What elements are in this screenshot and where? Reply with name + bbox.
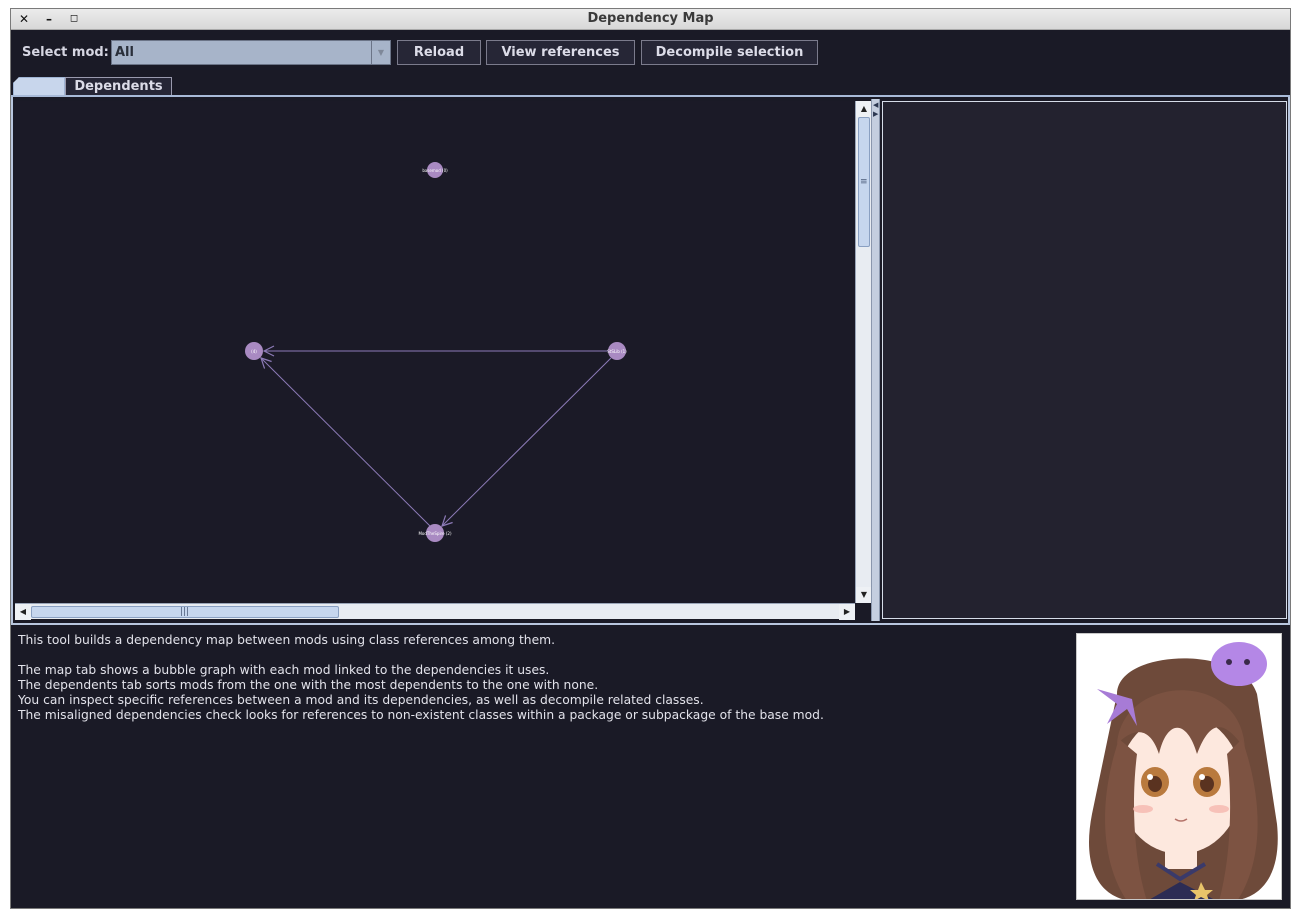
mod-select-combo[interactable]: All ▼	[111, 40, 391, 65]
info-line: The map tab shows a bubble graph with ea…	[18, 663, 550, 677]
scroll-left-icon[interactable]: ◀	[15, 604, 31, 620]
mascot-illustration	[1089, 642, 1278, 899]
horizontal-scroll-thumb[interactable]: |||	[31, 606, 339, 618]
scroll-up-icon[interactable]: ▲	[856, 101, 872, 117]
info-line: You can inspect specific references betw…	[18, 693, 704, 707]
decompile-selection-button[interactable]: Decompile selection	[641, 40, 818, 65]
tab-content: basemod (0) (4) StSLib (1) ModTheSpire (…	[11, 97, 1290, 625]
info-text: This tool builds a dependency map betwee…	[18, 633, 1068, 723]
graph-edge	[442, 357, 612, 526]
info-line: The misaligned dependencies check looks …	[18, 708, 824, 722]
graph-node-label: StSLib (1)	[607, 349, 627, 354]
dependency-map-window: ✕ – ◻ Dependency Map Select mod: All ▼ R…	[10, 8, 1291, 909]
mod-select-value: All	[115, 45, 134, 60]
graph-edge	[261, 358, 432, 528]
view-references-button[interactable]: View references	[486, 40, 635, 65]
mascot-avatar	[1076, 633, 1282, 900]
tab-dependents[interactable]: Dependents	[65, 77, 172, 96]
split-pane-divider[interactable]: ◀ ▶	[871, 99, 880, 621]
graph-node[interactable]: basemod (0)	[422, 162, 448, 178]
vertical-scroll-thumb[interactable]: ≡	[858, 117, 870, 247]
details-pane	[882, 101, 1287, 619]
split-arrows-icon[interactable]: ◀ ▶	[873, 101, 878, 119]
tab-map[interactable]: Map	[13, 77, 65, 96]
graph-node-label: (4)	[251, 349, 257, 354]
graph-node[interactable]: ModTheSpire (2)	[418, 524, 452, 542]
graph-node[interactable]: (4)	[245, 342, 263, 360]
title-bar: ✕ – ◻ Dependency Map	[11, 9, 1290, 30]
window-title: Dependency Map	[587, 11, 714, 26]
vertical-scrollbar[interactable]: ▲ ≡ ▼	[855, 101, 872, 603]
graph-pane[interactable]: basemod (0) (4) StSLib (1) ModTheSpire (…	[15, 101, 855, 603]
graph-node-label: ModTheSpire (2)	[418, 531, 451, 536]
scroll-down-icon[interactable]: ▼	[856, 587, 872, 603]
horizontal-scrollbar[interactable]: ◀ ||| ▶	[15, 603, 855, 620]
info-line: The dependents tab sorts mods from the o…	[18, 678, 599, 692]
graph-node-label: basemod (0)	[422, 168, 448, 173]
graph-node[interactable]: StSLib (1)	[607, 342, 627, 360]
info-line: This tool builds a dependency map betwee…	[18, 633, 556, 647]
chevron-down-icon[interactable]: ▼	[371, 41, 390, 64]
reload-button[interactable]: Reload	[397, 40, 481, 65]
select-mod-label: Select mod:	[22, 45, 109, 60]
dependency-graph[interactable]: basemod (0) (4) StSLib (1) ModTheSpire (…	[15, 101, 855, 603]
toolbar: Select mod: All ▼ Reload View references…	[11, 40, 1290, 66]
scroll-right-icon[interactable]: ▶	[839, 604, 855, 620]
